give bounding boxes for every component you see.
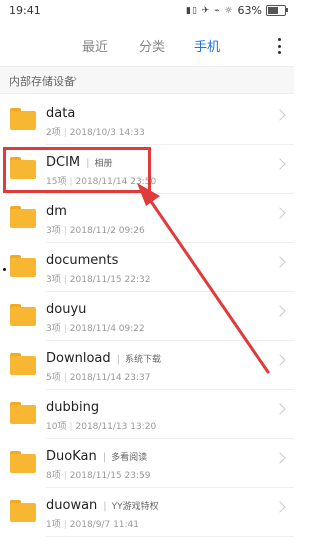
folder-name-text: DuoKan [46, 449, 97, 464]
meta-separator: | [63, 471, 67, 481]
chevron-right-icon [274, 207, 286, 219]
chevron-right-icon [274, 403, 286, 415]
status-time: 19:41 [9, 4, 41, 17]
list-item[interactable]: dm 3项 | 2018/11/2 09:26 [0, 194, 294, 243]
folder-name: Download | 系统下载 [46, 351, 161, 366]
folder-meta: 5项 | 2018/11/14 23:37 [46, 370, 150, 383]
folder-name-text: douyu [46, 302, 87, 317]
tab-recent[interactable]: 最近 [82, 36, 108, 55]
folder-meta: 10项 | 2018/11/13 13:20 [46, 419, 156, 432]
folder-name-text: duowan [46, 498, 98, 513]
list-item[interactable]: data 2项 | 2018/10/3 14:33 [0, 96, 294, 145]
item-count: 1项 [46, 520, 61, 530]
folder-meta: 8项 | 2018/11/15 23:59 [46, 468, 150, 481]
dcim-highlight-box [3, 147, 151, 193]
more-vertical-icon[interactable] [276, 38, 282, 54]
chevron-right-icon: › [73, 72, 78, 85]
status-bar: 19:41 ▮▯ ✈ ⌁ ☼ 63% [0, 0, 294, 22]
folder-meta: 3项 | 2018/11/2 09:26 [46, 223, 145, 236]
folder-icon [10, 500, 36, 522]
meta-separator: | [63, 128, 67, 138]
breadcrumb[interactable]: 内部存储设备 › [0, 66, 294, 94]
chevron-right-icon [274, 501, 286, 513]
list-item[interactable]: Download | 系统下载 5项 | 2018/11/14 23:37 [0, 341, 294, 390]
modified-date: 2018/11/14 23:37 [69, 373, 151, 383]
item-count: 3项 [46, 324, 61, 334]
item-count: 3项 [46, 275, 61, 285]
list-item[interactable]: DuoKan | 多看阅读 8项 | 2018/11/15 23:59 [0, 439, 294, 488]
battery-fill [268, 7, 278, 14]
folder-icon [10, 255, 36, 277]
list-item[interactable]: documents 3项 | 2018/11/15 22:32 [0, 243, 294, 292]
folder-name-text: dm [46, 204, 67, 219]
list-item[interactable]: duowan | YY游戏特权 1项 | 2018/9/7 11:41 [0, 488, 294, 537]
status-right: ▮▯ ✈ ⌁ ☼ 63% [186, 4, 288, 17]
tab-bar: 最近 分类 手机 [0, 30, 294, 60]
battery-tip [286, 8, 288, 12]
tag-separator: | [102, 452, 107, 463]
meta-separator: | [63, 373, 67, 383]
tag-separator: | [116, 354, 120, 365]
battery-icon [266, 5, 288, 16]
meta-separator: | [63, 324, 67, 334]
folder-tag: 系统下载 [125, 355, 162, 365]
status-icons: ▮▯ ✈ ⌁ ☼ [186, 5, 234, 16]
folder-name: douyu [46, 302, 86, 317]
folder-name-text: dubbing [46, 400, 100, 415]
modified-date: 2018/11/13 13:20 [75, 422, 157, 432]
item-count: 5项 [46, 373, 61, 383]
folder-icon [10, 304, 36, 326]
battery-percent: 63% [237, 4, 262, 17]
folder-name: data [46, 106, 75, 121]
breadcrumb-label: 内部存储设备 [9, 75, 75, 88]
chevron-right-icon [274, 354, 286, 366]
modified-date: 2018/11/15 22:32 [69, 275, 151, 285]
list-item[interactable]: dubbing 10项 | 2018/11/13 13:20 [0, 390, 294, 439]
list-item[interactable]: douyu 3项 | 2018/11/4 09:22 [0, 292, 294, 341]
folder-icon [10, 108, 36, 130]
item-count: 2项 [46, 128, 61, 138]
folder-name: documents [46, 253, 118, 268]
folder-icon [10, 206, 36, 228]
tag-separator: | [103, 501, 107, 512]
folder-meta: 3项 | 2018/11/15 22:32 [46, 272, 150, 285]
folder-icon [10, 402, 36, 424]
item-count: 3项 [46, 226, 61, 236]
modified-date: 2018/11/15 23:59 [69, 471, 151, 481]
item-count: 10项 [46, 422, 67, 432]
folder-meta: 1项 | 2018/9/7 11:41 [46, 517, 139, 530]
meta-separator: | [63, 226, 67, 236]
folder-tag: YY游戏特权 [111, 502, 159, 512]
meta-separator: | [63, 275, 67, 285]
folder-name-text: documents [46, 253, 119, 268]
folder-name-text: data [46, 106, 76, 121]
chevron-right-icon [274, 256, 286, 268]
folder-name-text: Download [46, 351, 111, 366]
folder-name: dm [46, 204, 67, 219]
folder-name: duowan | YY游戏特权 [46, 498, 159, 513]
meta-separator: | [63, 520, 67, 530]
tab-phone[interactable]: 手机 [194, 36, 220, 55]
folder-meta: 3项 | 2018/11/4 09:22 [46, 321, 145, 334]
chevron-right-icon [274, 305, 286, 317]
folder-tag: 多看阅读 [111, 453, 148, 463]
tab-categories[interactable]: 分类 [139, 36, 165, 55]
chevron-right-icon [274, 109, 286, 121]
modified-date: 2018/11/2 09:26 [69, 226, 145, 236]
folder-icon [10, 353, 36, 375]
chevron-right-icon [274, 158, 286, 170]
modified-date: 2018/11/4 09:22 [69, 324, 145, 334]
folder-name: DuoKan | 多看阅读 [46, 449, 147, 464]
bullet-mark [3, 268, 6, 271]
chevron-right-icon [274, 452, 286, 464]
folder-icon [10, 451, 36, 473]
item-count: 8项 [46, 471, 61, 481]
folder-meta: 2项 | 2018/10/3 14:33 [46, 125, 145, 138]
modified-date: 2018/10/3 14:33 [69, 128, 145, 138]
modified-date: 2018/9/7 11:41 [69, 520, 139, 530]
meta-separator: | [69, 422, 73, 432]
folder-name: dubbing [46, 400, 99, 415]
